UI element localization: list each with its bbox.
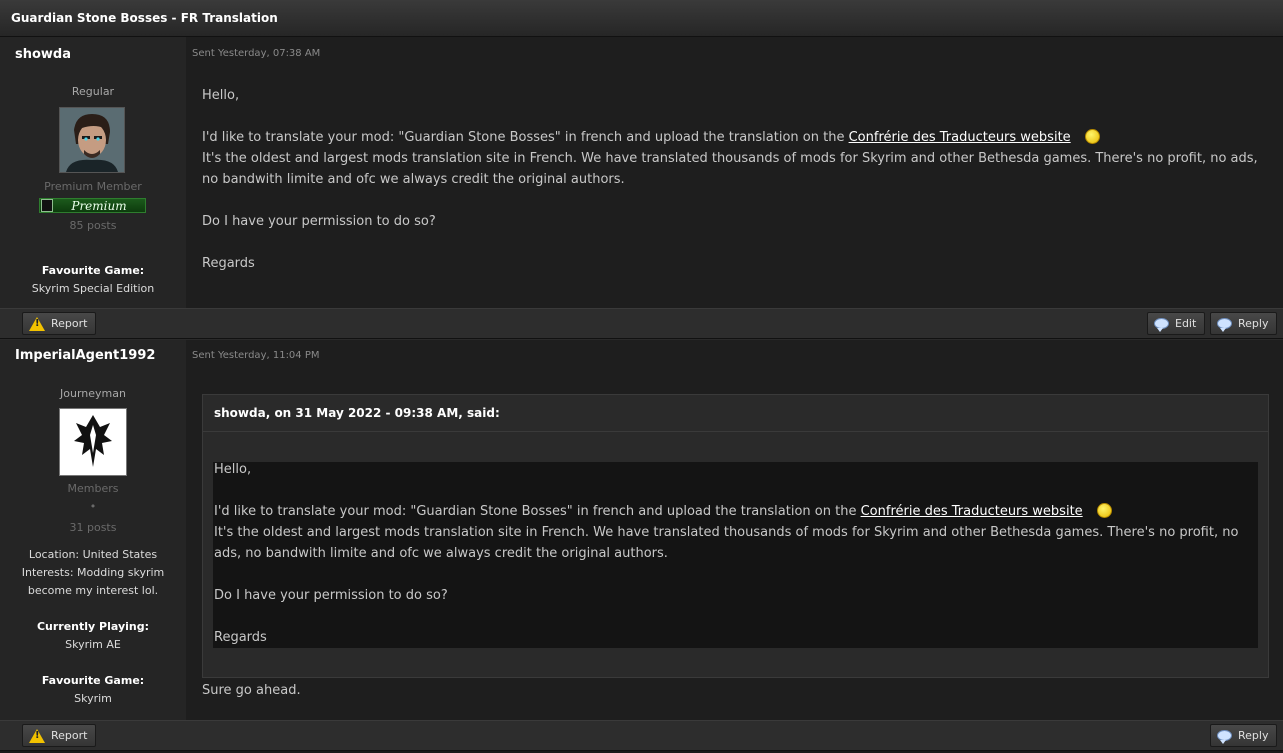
edit-button[interactable]: Edit bbox=[1147, 312, 1206, 335]
reply-bubble-icon bbox=[1217, 318, 1232, 332]
report-label: Report bbox=[51, 317, 88, 330]
field-label: Favourite Game: bbox=[41, 264, 145, 277]
premium-icon bbox=[41, 199, 53, 212]
post-greeting: Hello, bbox=[202, 88, 240, 103]
post-actions: Report Edit Reply bbox=[0, 308, 1283, 339]
sent-timestamp: Sent Yesterday, 11:04 PM bbox=[192, 350, 320, 361]
reply-button[interactable]: Reply bbox=[1210, 312, 1278, 335]
report-button[interactable]: Report bbox=[22, 724, 97, 747]
report-label: Report bbox=[51, 729, 88, 742]
post-showda: showda Regular Premium Member Premium 85… bbox=[0, 37, 1283, 308]
profile-field-favourite-game: Favourite Game: Skyrim Special Edition bbox=[0, 262, 186, 298]
post-text: It's the oldest and largest mods transla… bbox=[202, 151, 1258, 187]
interests-line: Interests: Modding skyrim bbox=[21, 566, 165, 579]
quote-text: I'd like to translate your mod: "Guardia… bbox=[214, 504, 861, 519]
warning-icon bbox=[29, 728, 45, 743]
field-value: Skyrim bbox=[74, 692, 112, 705]
field-value: Skyrim AE bbox=[65, 638, 121, 651]
member-pip: • bbox=[89, 500, 97, 513]
field-value: Skyrim Special Edition bbox=[31, 282, 155, 295]
premium-badge-label: Premium bbox=[71, 198, 127, 213]
member-rank: Journeyman bbox=[60, 387, 126, 400]
quote-closing: Regards bbox=[214, 630, 267, 645]
profile-field-interests: Interests: Modding skyrim become my inte… bbox=[0, 564, 186, 600]
skyrim-dragon-logo bbox=[60, 409, 126, 475]
avatar-image bbox=[60, 108, 124, 172]
quote-block: showda, on 31 May 2022 - 09:38 AM, said:… bbox=[202, 394, 1269, 678]
author-panel: ImperialAgent1992 Journeyman Members • 3… bbox=[0, 340, 186, 720]
reply-bubble-icon bbox=[1217, 730, 1232, 744]
reply-label: Reply bbox=[1238, 729, 1269, 742]
smiley-icon bbox=[1084, 129, 1100, 144]
confrerie-link[interactable]: Confrérie des Traducteurs website bbox=[849, 130, 1071, 145]
avatar[interactable] bbox=[59, 107, 125, 173]
field-label: Favourite Game: bbox=[41, 674, 145, 687]
post-text: I'd like to translate your mod: "Guardia… bbox=[202, 130, 849, 145]
author-panel: showda Regular Premium Member Premium 85… bbox=[0, 37, 186, 308]
edit-label: Edit bbox=[1175, 317, 1197, 330]
quote-paragraph: I'd like to translate your mod: "Guardia… bbox=[214, 501, 1258, 564]
member-rank: Regular bbox=[71, 85, 115, 98]
quote-text: It's the oldest and largest mods transla… bbox=[214, 525, 1239, 561]
smiley-icon bbox=[1096, 503, 1112, 518]
reply-text: Sure go ahead. bbox=[202, 683, 301, 698]
sent-timestamp: Sent Yesterday, 07:38 AM bbox=[192, 48, 321, 59]
avatar[interactable] bbox=[59, 408, 127, 476]
topic-title: Guardian Stone Bosses - FR Translation bbox=[0, 0, 1283, 37]
member-group: Members bbox=[67, 482, 119, 495]
post-closing: Regards bbox=[202, 256, 255, 271]
quote-body: Hello, I'd like to translate your mod: "… bbox=[213, 462, 1258, 648]
post-body: Hello, I'd like to translate your mod: "… bbox=[202, 85, 1273, 274]
field-label: Currently Playing: bbox=[36, 620, 150, 633]
warning-icon bbox=[29, 316, 45, 331]
profile-field-favourite-game: Favourite Game: Skyrim bbox=[0, 672, 186, 708]
profile-field-location: Location: United States bbox=[28, 548, 158, 561]
quote-confrerie-link[interactable]: Confrérie des Traducteurs website bbox=[861, 504, 1083, 519]
quote-greeting: Hello, bbox=[214, 462, 252, 477]
reply-label: Reply bbox=[1238, 317, 1269, 330]
interests-line: become my interest lol. bbox=[27, 584, 159, 597]
report-button[interactable]: Report bbox=[22, 312, 97, 335]
quote-header: showda, on 31 May 2022 - 09:38 AM, said: bbox=[203, 395, 1268, 432]
reply-button[interactable]: Reply bbox=[1210, 724, 1278, 747]
member-group: Premium Member bbox=[44, 180, 142, 193]
post-question: Do I have your permission to do so? bbox=[202, 214, 436, 229]
post-paragraph: I'd like to translate your mod: "Guardia… bbox=[202, 127, 1273, 190]
premium-badge: Premium bbox=[39, 198, 146, 213]
post-actions: Report Reply bbox=[0, 720, 1283, 751]
profile-field-currently-playing: Currently Playing: Skyrim AE bbox=[0, 618, 186, 654]
post-imperialagent1992: ImperialAgent1992 Journeyman Members • 3… bbox=[0, 339, 1283, 720]
quote-question: Do I have your permission to do so? bbox=[214, 588, 448, 603]
edit-bubble-icon bbox=[1154, 318, 1169, 332]
post-count: 31 posts bbox=[69, 521, 117, 534]
author-name[interactable]: ImperialAgent1992 bbox=[15, 348, 155, 363]
author-name[interactable]: showda bbox=[15, 47, 71, 62]
post-count: 85 posts bbox=[69, 219, 117, 232]
